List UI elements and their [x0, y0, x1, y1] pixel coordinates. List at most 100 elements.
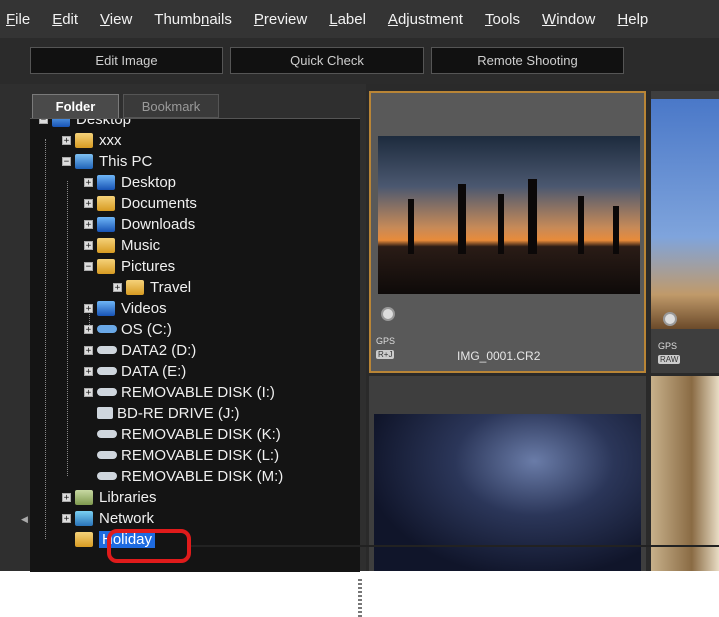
tab-folder[interactable]: Folder — [32, 94, 119, 118]
expand-icon[interactable]: + — [84, 303, 93, 313]
expand-icon[interactable]: + — [62, 135, 71, 145]
tree-item-label: Pictures — [121, 257, 176, 275]
expand-icon[interactable]: + — [84, 177, 93, 187]
documents-folder-icon — [97, 195, 115, 211]
tree-item-videos[interactable]: + Videos — [84, 298, 167, 318]
expand-icon[interactable]: + — [62, 513, 71, 523]
tree-item-label: Downloads — [121, 215, 196, 233]
downloads-folder-icon — [97, 216, 115, 232]
file-type-badge: R+J — [376, 350, 395, 359]
user-folder-icon — [75, 132, 93, 148]
collapse-icon[interactable]: − — [62, 156, 71, 166]
menu-thumbnails[interactable]: Thumbnails — [154, 11, 232, 28]
music-folder-icon — [97, 237, 115, 253]
tree-item-label: REMOVABLE DISK (L:) — [121, 446, 280, 464]
videos-folder-icon — [97, 300, 115, 316]
expand-icon[interactable]: + — [84, 219, 93, 229]
tree-item-bd-re-j[interactable]: BD-RE DRIVE (J:) — [97, 403, 240, 423]
thumbnail[interactable]: GPS RAW — [651, 91, 719, 373]
libraries-icon — [75, 489, 93, 505]
tree-item-documents[interactable]: + Documents — [84, 193, 197, 213]
tree-item-label: Documents — [121, 194, 197, 212]
gps-label: GPS — [376, 336, 396, 346]
tree-item-label: Desktop — [121, 173, 177, 191]
menu-view[interactable]: View — [100, 11, 132, 28]
tree-item-label: DATA2 (D:) — [121, 341, 197, 359]
menu-help[interactable]: Help — [617, 11, 648, 28]
tree-item-data-e[interactable]: + DATA (E:) — [84, 361, 186, 381]
quick-check-button[interactable]: Quick Check — [230, 47, 424, 74]
tree-item-label: This PC — [99, 152, 153, 170]
tree-item-label: OS (C:) — [121, 320, 172, 338]
tree-item-label: Desktop — [76, 118, 132, 128]
menu-window[interactable]: Window — [542, 11, 595, 28]
expand-icon[interactable]: + — [113, 282, 122, 292]
tree-item-travel[interactable]: + Travel — [113, 277, 191, 297]
expand-icon[interactable]: + — [84, 198, 93, 208]
thumbnail-image — [651, 99, 719, 329]
tree-item-label: Libraries — [99, 488, 157, 506]
tree-item-music[interactable]: + Music — [84, 235, 160, 255]
removable-drive-icon — [97, 388, 117, 396]
collapse-icon[interactable]: − — [39, 119, 48, 124]
tree-item-xxx[interactable]: + xxx — [62, 130, 122, 150]
expand-icon[interactable]: + — [84, 366, 93, 376]
tree-item-removable-i[interactable]: + REMOVABLE DISK (I:) — [84, 382, 275, 402]
menu-file[interactable]: File — [6, 11, 30, 28]
menu-tools[interactable]: Tools — [485, 11, 520, 28]
folder-tree: − Desktop + xxx − This PC + Desktop + Do… — [30, 118, 360, 572]
tree-item-label: DATA (E:) — [121, 362, 187, 380]
expand-icon[interactable]: + — [84, 345, 93, 355]
menu-adjustment[interactable]: Adjustment — [388, 11, 463, 28]
tree-item-label: Network — [99, 509, 155, 527]
toolbar: Edit Image Quick Check Remote Shooting — [0, 38, 719, 84]
collapse-left-icon[interactable]: ◀ — [21, 514, 28, 525]
tree-item-network[interactable]: + Network — [62, 508, 154, 528]
removable-drive-icon — [97, 472, 117, 480]
expand-icon[interactable]: + — [84, 240, 93, 250]
tree-item-label: Travel — [150, 278, 192, 296]
thumbnail-selected[interactable]: GPS R+J IMG_0001.CR2 — [369, 91, 646, 373]
tree-item-libraries[interactable]: + Libraries — [62, 487, 157, 507]
edit-image-button[interactable]: Edit Image — [30, 47, 223, 74]
tab-bookmark[interactable]: Bookmark — [123, 94, 219, 118]
tree-item-removable-l[interactable]: REMOVABLE DISK (L:) — [97, 445, 279, 465]
collapse-icon[interactable]: − — [84, 261, 93, 271]
folder-icon — [126, 279, 144, 295]
drive-icon — [97, 325, 117, 333]
removable-drive-icon — [97, 430, 117, 438]
thumbnail[interactable] — [369, 376, 646, 571]
tree-item-pictures[interactable]: − Pictures — [84, 256, 175, 276]
desktop-icon — [52, 119, 70, 127]
computer-icon — [75, 153, 93, 169]
tree-item-label: Music — [121, 236, 161, 254]
panel-splitter[interactable] — [358, 579, 362, 617]
tree-item-os-c[interactable]: + OS (C:) — [84, 319, 172, 339]
menu-label[interactable]: Label — [329, 11, 366, 28]
expand-icon[interactable]: + — [84, 324, 93, 334]
thumbnail-filename: IMG_0001.CR2 — [457, 349, 541, 363]
tree-item-desktop-root[interactable]: − Desktop — [39, 118, 132, 129]
menu-edit[interactable]: Edit — [52, 11, 78, 28]
pictures-folder-icon — [97, 258, 115, 274]
tree-item-data2-d[interactable]: + DATA2 (D:) — [84, 340, 196, 360]
tree-item-removable-k[interactable]: REMOVABLE DISK (K:) — [97, 424, 281, 444]
remote-shooting-button[interactable]: Remote Shooting — [431, 47, 624, 74]
thumbnail-image — [374, 414, 641, 571]
tree-item-desktop[interactable]: + Desktop — [84, 172, 176, 192]
removable-drive-icon — [97, 451, 117, 459]
callout-highlight — [107, 529, 191, 563]
file-type-badge: RAW — [658, 355, 681, 364]
expand-icon[interactable]: + — [84, 387, 93, 397]
callout-line — [191, 545, 719, 547]
gps-icon — [663, 312, 677, 326]
tree-item-this-pc[interactable]: − This PC — [62, 151, 152, 171]
tree-item-removable-m[interactable]: REMOVABLE DISK (M:) — [97, 466, 283, 486]
expand-icon[interactable]: + — [62, 492, 71, 502]
network-icon — [75, 510, 93, 526]
tree-item-label: REMOVABLE DISK (M:) — [121, 467, 284, 485]
menu-preview[interactable]: Preview — [254, 11, 307, 28]
gps-icon — [381, 307, 395, 321]
tree-item-downloads[interactable]: + Downloads — [84, 214, 195, 234]
thumbnail[interactable] — [651, 376, 719, 571]
